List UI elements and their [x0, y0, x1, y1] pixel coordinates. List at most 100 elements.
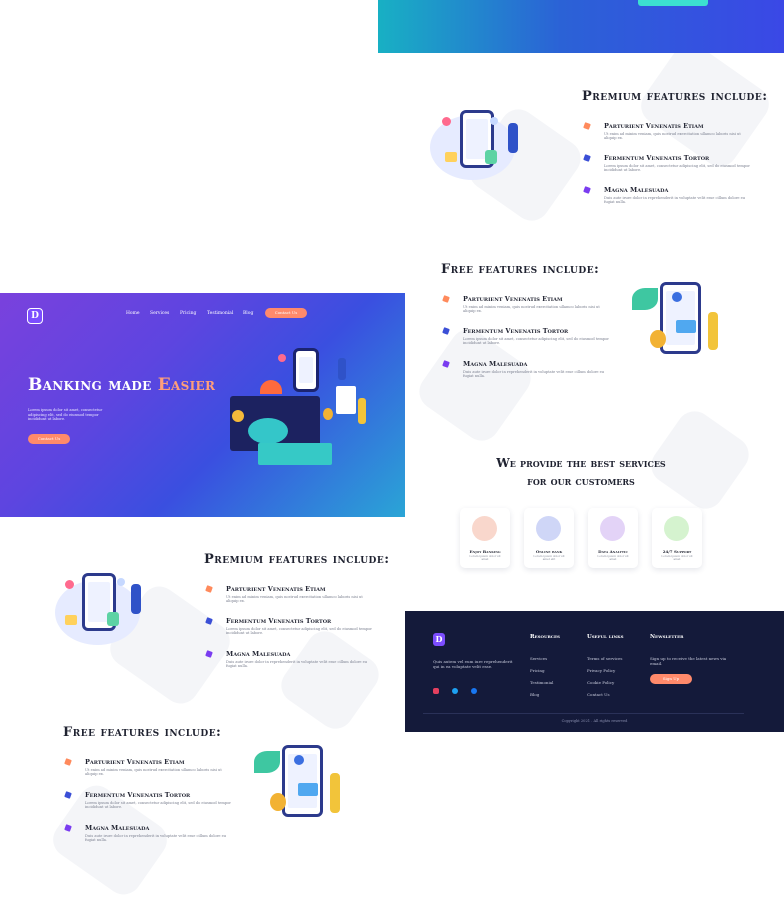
newsletter-signup-button[interactable]: Sign Up — [650, 674, 692, 684]
footer-link-terms[interactable]: Terms of services — [587, 656, 622, 661]
coins-icon — [445, 152, 457, 162]
free-illustration — [630, 282, 730, 357]
premium-illustration — [430, 105, 530, 185]
free-feature-item: Magna Malesuada Duis aute irure dolor in… — [64, 824, 235, 843]
brand-logo[interactable]: D — [27, 308, 43, 324]
service-card-text: Lorem ipsum dolor sit amet — [469, 554, 501, 562]
nav-contact-button[interactable]: Contact Us — [265, 308, 307, 318]
coins-icon — [65, 615, 77, 625]
feature-heading: Fermentum Venenatis Tortor — [463, 327, 569, 335]
leaf-icon — [632, 288, 658, 310]
feature-text: Duis aute irure dolor in reprehenderit i… — [463, 370, 605, 379]
free-feature-item: Fermentum Venenatis Tortor Lorem ipsum d… — [442, 327, 613, 346]
feature-icon — [442, 295, 450, 303]
premium-feature-item: Fermentum Venenatis Tortor Lorem ipsum d… — [583, 154, 754, 173]
person-icon — [330, 773, 340, 813]
feature-text: Duis aute irure dolor in reprehenderit i… — [604, 196, 746, 205]
person-icon — [508, 123, 518, 153]
feature-heading: Parturient Venenatis Etiam — [463, 295, 563, 303]
footer-resources-heading: Resources — [530, 634, 560, 640]
money-bag-icon — [650, 330, 666, 348]
premium-title: Premium features include: — [204, 552, 390, 567]
hero-title: Banking made Easier — [28, 375, 215, 395]
feature-icon — [583, 122, 591, 130]
strip-tab — [638, 0, 708, 6]
footer-link-services[interactable]: Services — [530, 656, 547, 661]
service-card[interactable]: Enjoy Banking Lorem ipsum dolor sit amet — [460, 508, 510, 568]
money-bag-icon — [270, 793, 286, 811]
footer-newsletter-text: Sign up to receive the latest news via e… — [650, 656, 727, 666]
card-icon — [676, 320, 696, 333]
feature-heading: Parturient Venenatis Etiam — [85, 758, 185, 766]
footer-link-contact[interactable]: Contact Us — [587, 692, 610, 697]
feature-heading: Magna Malesuada — [463, 360, 528, 368]
nav-testimonial[interactable]: Testimonial — [207, 311, 233, 316]
footer-link-blog[interactable]: Blog — [530, 692, 539, 697]
nav-home[interactable]: Home — [126, 311, 140, 316]
footer-logo[interactable]: D — [433, 633, 445, 646]
instagram-icon[interactable] — [433, 688, 439, 694]
feature-text: Duis aute irure dolor in reprehenderit i… — [226, 660, 368, 669]
service-card-text: Lorem ipsum dolor sit amet elit — [533, 554, 565, 562]
play-icon — [472, 516, 497, 541]
footer-link-cookie[interactable]: Cookie Policy — [587, 680, 614, 685]
premium-feature-item: Magna Malesuada Duis aute irure dolor in… — [583, 186, 754, 205]
feature-text: Lorem ipsum dolor sit amet, consectetur … — [463, 337, 609, 346]
hero-contact-button[interactable]: Contact Us — [28, 434, 70, 444]
person-icon — [338, 358, 346, 380]
service-card[interactable]: 24/7 Support Lorem ipsum dolor sit amet — [652, 508, 702, 568]
premium-feature-item: Parturient Venenatis Etiam Ut enim ad mi… — [205, 585, 376, 604]
free-illustration — [252, 745, 352, 820]
banking-illustration — [218, 348, 378, 468]
folder-icon — [536, 516, 561, 541]
person-icon — [131, 584, 141, 614]
feature-icon — [64, 791, 72, 799]
feature-icon — [205, 585, 213, 593]
piggy-bank-icon — [248, 418, 288, 444]
service-card[interactable]: Online bank Lorem ipsum dolor sit amet e… — [524, 508, 574, 568]
feature-text: Lorem ipsum dolor sit amet, consectetur … — [604, 164, 750, 173]
feature-heading: Fermentum Venenatis Tortor — [85, 791, 191, 799]
coin-icon — [232, 410, 244, 422]
hand-icon — [258, 443, 332, 465]
phone-icon — [293, 348, 319, 392]
footer-link-pricing[interactable]: Pricing — [530, 668, 545, 673]
facebook-icon[interactable] — [471, 688, 477, 694]
nav-pricing[interactable]: Pricing — [180, 311, 196, 316]
footer-link-testimonial[interactable]: Testimonial — [530, 680, 553, 685]
badge-icon — [442, 117, 451, 126]
person-icon — [358, 398, 366, 424]
premium-feature-item: Fermentum Venenatis Tortor Lorem ipsum d… — [205, 617, 376, 636]
free-feature-item: Magna Malesuada Duis aute irure dolor in… — [442, 360, 613, 379]
person-icon — [708, 312, 718, 350]
footer-divider — [423, 713, 744, 714]
footer-link-privacy[interactable]: Privacy Policy — [587, 668, 615, 673]
service-card[interactable]: Data Analytic Lorem ipsum dolor sit amet — [588, 508, 638, 568]
footer-description: Quis autem vel eum iure reprehenderit qu… — [433, 659, 513, 670]
free-feature-item: Fermentum Venenatis Tortor Lorem ipsum d… — [64, 791, 235, 810]
feature-heading: Magna Malesuada — [85, 824, 150, 832]
badge-icon — [65, 580, 74, 589]
feature-icon — [583, 154, 591, 162]
service-card-text: Lorem ipsum dolor sit amet — [661, 554, 693, 562]
feature-text: Lorem ipsum dolor sit amet, consectetur … — [226, 627, 372, 636]
footer-copyright: Copyright 2021 . All rights reserved — [561, 719, 628, 723]
bank-roof-icon — [260, 380, 282, 394]
badge-icon — [278, 354, 286, 362]
feature-heading: Magna Malesuada — [604, 186, 669, 194]
twitter-icon[interactable] — [452, 688, 458, 694]
feature-text: Ut enim ad minim veniam, quis nostrud ex… — [604, 132, 741, 141]
feature-heading: Fermentum Venenatis Tortor — [226, 617, 332, 625]
money-bag-icon — [323, 408, 333, 420]
nav-services[interactable]: Services — [150, 311, 169, 316]
services-title-line2: for our customers — [527, 474, 635, 488]
nav-blog[interactable]: Blog — [243, 311, 253, 316]
bubble-icon — [117, 578, 125, 586]
premium-title: Premium features include: — [582, 89, 768, 104]
bubble-icon — [490, 117, 498, 125]
service-card-text: Lorem ipsum dolor sit amet — [597, 554, 629, 562]
hero-title-main: Banking made — [28, 375, 158, 395]
shield-icon — [485, 150, 497, 164]
free-feature-item: Parturient Venenatis Etiam Ut enim ad mi… — [442, 295, 613, 314]
free-title: Free features include: — [63, 725, 222, 740]
